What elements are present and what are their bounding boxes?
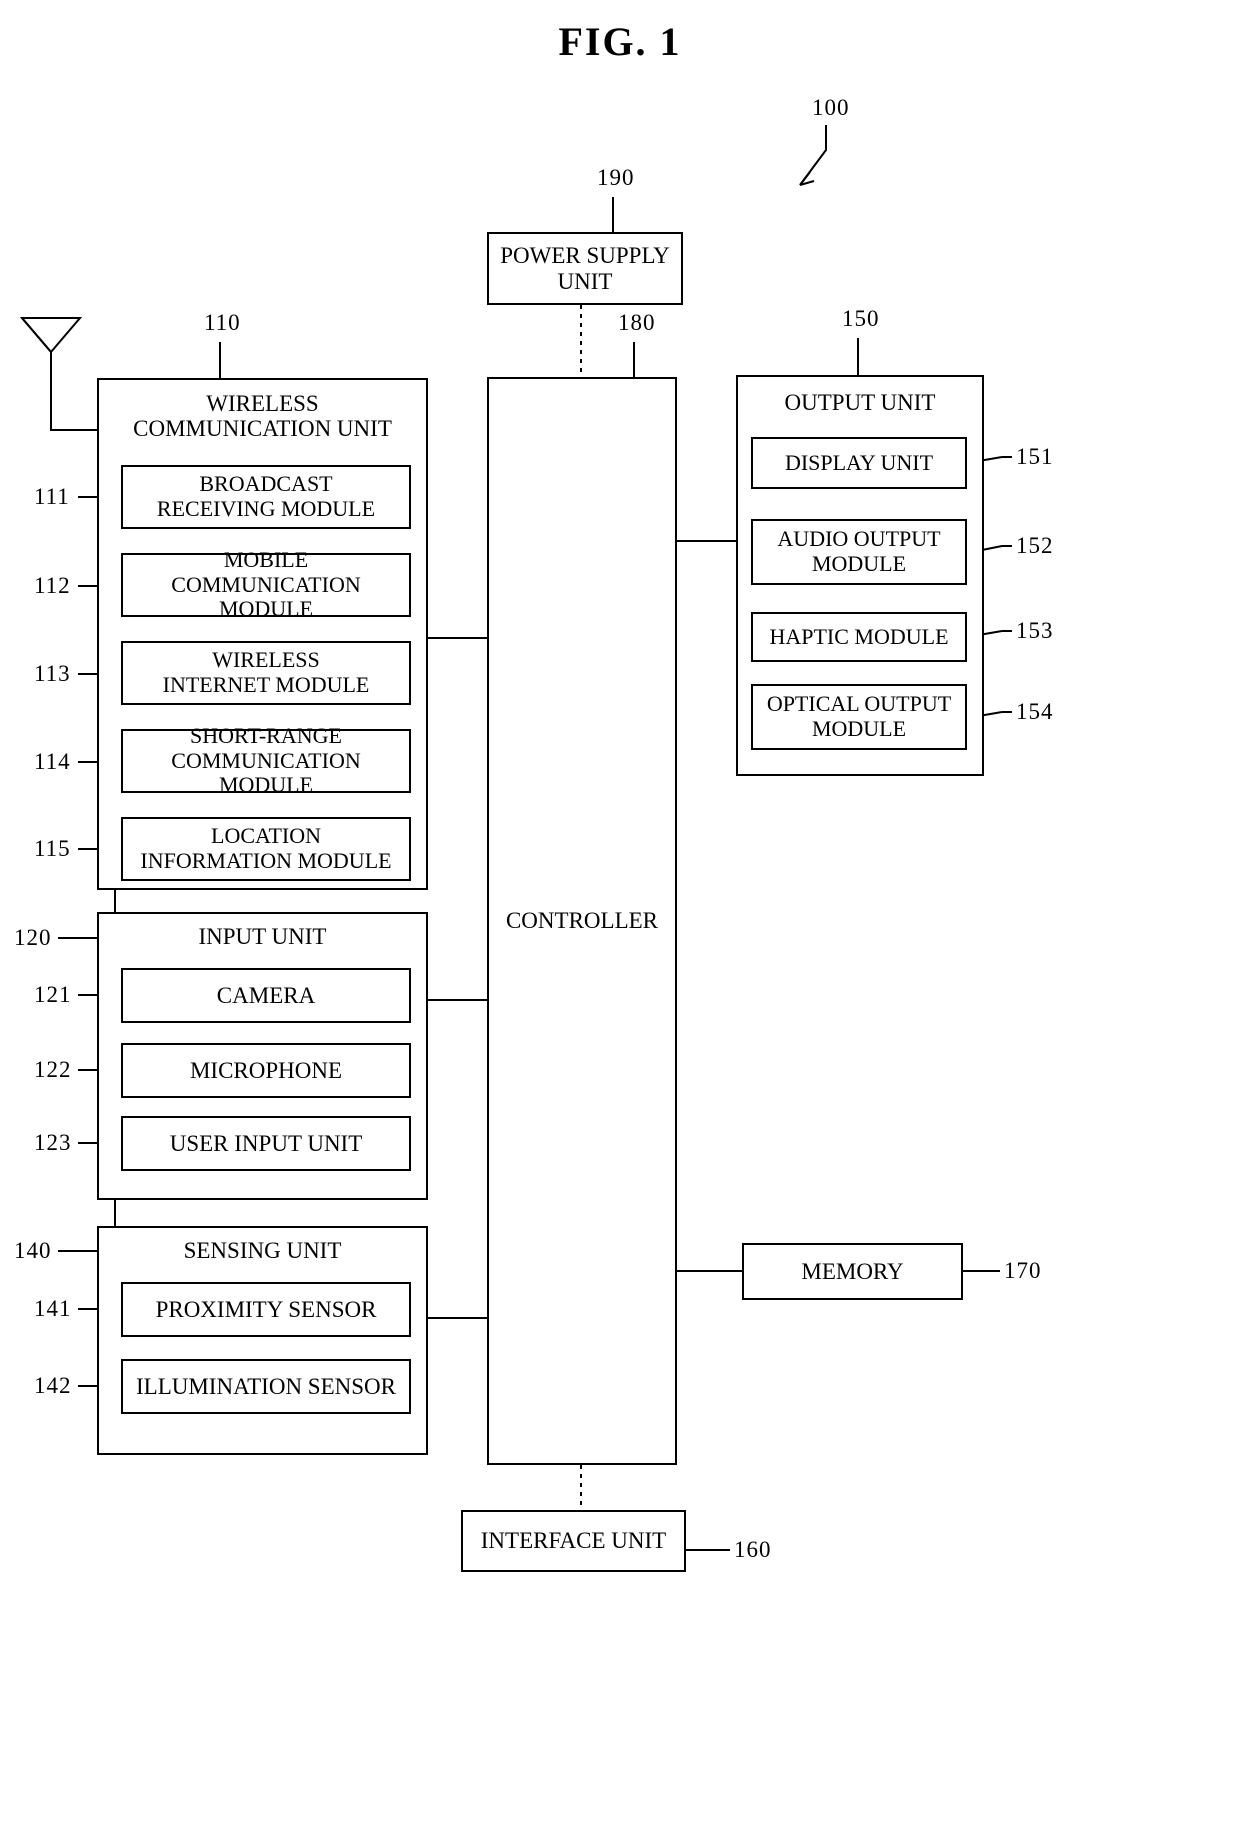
ref-memory-170: 170 [1004, 1258, 1042, 1283]
user-input-unit-label: USER INPUT UNIT [169, 1130, 363, 1156]
ref-device-100: 100 [812, 95, 850, 120]
microphone-label: MICROPHONE [189, 1057, 343, 1083]
microphone-block[interactable]: MICROPHONE [121, 1043, 411, 1098]
camera-label: CAMERA [216, 982, 316, 1008]
proximity-sensor-block[interactable]: PROXIMITY SENSOR [121, 1282, 411, 1337]
memory-label: MEMORY [801, 1258, 904, 1284]
ref-mobile-module-112: 112 [34, 573, 71, 598]
ref-wireless-internet-module-113: 113 [34, 661, 71, 686]
power-supply-unit-label: POWER SUPPLY UNIT [500, 242, 670, 294]
optical-output-module-label: OPTICAL OUTPUT MODULE [766, 691, 952, 741]
ref-user-input-unit-123: 123 [34, 1130, 72, 1155]
output-unit-label: OUTPUT UNIT [784, 390, 936, 415]
ref-controller-180: 180 [618, 310, 656, 335]
location-information-module-label: LOCATION INFORMATION MODULE [140, 823, 392, 873]
ref-optical-output-154: 154 [1016, 699, 1054, 724]
ref-sensing-unit-140: 140 [14, 1238, 52, 1263]
illumination-sensor-label: ILLUMINATION SENSOR [135, 1373, 397, 1399]
ref-audio-output-152: 152 [1016, 533, 1054, 558]
wireless-internet-module-label: WIRELESS INTERNET MODULE [162, 647, 370, 697]
ref-location-module-115: 115 [34, 836, 71, 861]
figure-title: FIG. 1 [558, 19, 682, 64]
user-input-unit-block[interactable]: USER INPUT UNIT [121, 1116, 411, 1171]
ref-camera-121: 121 [34, 982, 72, 1007]
camera-block[interactable]: CAMERA [121, 968, 411, 1023]
ref-display-unit-151: 151 [1016, 444, 1054, 469]
display-unit-block[interactable]: DISPLAY UNIT [751, 437, 967, 489]
input-unit-label: INPUT UNIT [198, 924, 327, 949]
ref-short-range-module-114: 114 [34, 749, 71, 774]
ref-wireless-unit-110: 110 [204, 310, 241, 335]
mobile-communication-module-label: MOBILE COMMUNICATION MODULE [171, 547, 361, 622]
audio-output-module-block[interactable]: AUDIO OUTPUT MODULE [751, 519, 967, 585]
wireless-internet-module-block[interactable]: WIRELESS INTERNET MODULE [121, 641, 411, 705]
ref-illumination-sensor-142: 142 [34, 1373, 72, 1398]
ref-haptic-module-153: 153 [1016, 618, 1054, 643]
patent-figure-page: FIG. 1 100 190 180 110 150 111 112 113 1… [0, 0, 1240, 1831]
optical-output-module-block[interactable]: OPTICAL OUTPUT MODULE [751, 684, 967, 750]
interface-unit-block[interactable]: INTERFACE UNIT [461, 1510, 686, 1572]
ref-interface-unit-160: 160 [734, 1537, 772, 1562]
ref-input-unit-120: 120 [14, 925, 52, 950]
display-unit-label: DISPLAY UNIT [784, 449, 934, 475]
wireless-communication-unit-label: WIRELESS COMMUNICATION UNIT [133, 391, 392, 442]
short-range-communication-module-block[interactable]: SHORT-RANGE COMMUNICATION MODULE [121, 723, 411, 797]
controller-label: CONTROLLER [505, 908, 659, 934]
mobile-communication-module-block[interactable]: MOBILE COMMUNICATION MODULE [121, 547, 411, 621]
short-range-communication-module-label: SHORT-RANGE COMMUNICATION MODULE [171, 723, 361, 798]
power-supply-unit-block[interactable]: POWER SUPPLY UNIT [487, 232, 683, 305]
ref-proximity-sensor-141: 141 [34, 1296, 72, 1321]
audio-output-module-label: AUDIO OUTPUT MODULE [777, 526, 941, 576]
wireless-communication-unit-block[interactable] [97, 378, 428, 890]
memory-block[interactable]: MEMORY [742, 1243, 963, 1300]
ref-microphone-122: 122 [34, 1057, 72, 1082]
sensing-unit-label: SENSING UNIT [183, 1238, 342, 1263]
ref-broadcast-module-111: 111 [34, 484, 70, 509]
location-information-module-block[interactable]: LOCATION INFORMATION MODULE [121, 817, 411, 881]
interface-unit-label: INTERFACE UNIT [480, 1528, 667, 1554]
controller-block[interactable]: CONTROLLER [487, 377, 677, 1465]
broadcast-receiving-module-label: BROADCAST RECEIVING MODULE [156, 471, 376, 521]
broadcast-receiving-module-block[interactable]: BROADCAST RECEIVING MODULE [121, 465, 411, 529]
haptic-module-block[interactable]: HAPTIC MODULE [751, 612, 967, 662]
ref-output-unit-150: 150 [842, 306, 880, 331]
proximity-sensor-label: PROXIMITY SENSOR [155, 1296, 377, 1322]
illumination-sensor-block[interactable]: ILLUMINATION SENSOR [121, 1359, 411, 1414]
ref-power-supply-190: 190 [597, 165, 635, 190]
haptic-module-label: HAPTIC MODULE [769, 623, 949, 649]
